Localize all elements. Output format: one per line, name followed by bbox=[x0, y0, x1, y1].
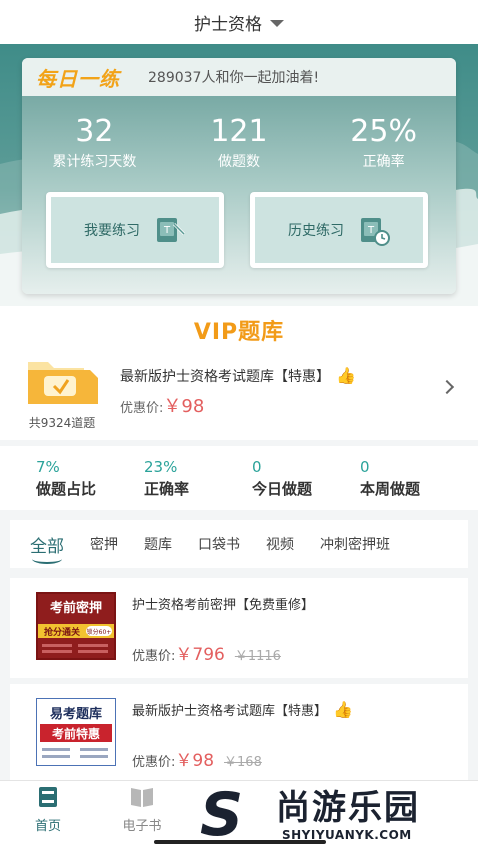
product-cover-image: 考前密押 抢分通关 锁分60+ bbox=[36, 592, 116, 660]
svg-text:T: T bbox=[367, 225, 375, 236]
stat-label: 累计练习天数 bbox=[52, 154, 137, 170]
product-item[interactable]: 易考题库 考前特惠 最新版护士资格考试题库【特惠】 👍 优惠价:￥98 ￥168 bbox=[10, 684, 468, 784]
vip-bank-item[interactable]: 共9324道题 最新版护士资格考试题库【特惠】 👍 优惠价:￥98 bbox=[0, 352, 478, 436]
stat-days: 32 累计练习天数 bbox=[29, 114, 159, 171]
progress-cell-today: 0 今日做题 bbox=[216, 446, 324, 510]
progress-value: 7% bbox=[36, 458, 60, 476]
stat-label: 正确率 bbox=[362, 154, 405, 170]
nav-ebook-label: 电子书 bbox=[122, 819, 162, 834]
chevron-right-icon[interactable] bbox=[439, 379, 455, 395]
vip-title: VIP题库 bbox=[193, 320, 285, 345]
history-button-inner: 历史练习 T bbox=[255, 197, 423, 263]
price-label: 优惠价: bbox=[120, 401, 164, 416]
cover-title: 易考题库 bbox=[50, 706, 102, 722]
product-name: 最新版护士资格考试题库【特惠】 👍 bbox=[132, 700, 353, 719]
product-item[interactable]: 考前密押 抢分通关 锁分60+ 护士资格考前密押【免费重修】 优惠价:￥796 ￥… bbox=[10, 578, 468, 678]
tab-question-bank[interactable]: 题库 bbox=[144, 534, 172, 554]
daily-practice-brand: 每日一练 bbox=[36, 66, 120, 91]
stat-accuracy: 25% 正确率 bbox=[319, 114, 449, 171]
tab-sprint-class[interactable]: 冲刺密押班 bbox=[320, 534, 390, 554]
progress-label: 本周做题 bbox=[360, 480, 421, 498]
cover-title: 考前密押 bbox=[50, 600, 102, 616]
practice-button-inner: 我要练习 T bbox=[51, 197, 219, 263]
progress-label: 做题占比 bbox=[36, 480, 97, 498]
vip-bank-name: 最新版护士资格考试题库【特惠】 👍 bbox=[120, 366, 356, 386]
original-price: ￥1116 bbox=[234, 649, 281, 664]
progress-cell-week: 0 本周做题 bbox=[324, 446, 432, 510]
card-header: 每日一练 289037人和你一起加油着! bbox=[22, 58, 456, 96]
exam-selector-label[interactable]: 护士资格 bbox=[194, 10, 262, 35]
stat-value: 121 bbox=[210, 114, 268, 149]
price-value: ￥796 bbox=[175, 645, 225, 665]
progress-cell-accuracy: 23% 正确率 bbox=[108, 446, 216, 510]
progress-cell-ratio: 7% 做题占比 bbox=[0, 446, 108, 510]
progress-value: 0 bbox=[252, 458, 262, 476]
daily-practice-card: 每日一练 289037人和你一起加油着! 32 累计练习天数 121 做题数 2… bbox=[22, 58, 456, 294]
category-tabs: 全部 密押 题库 口袋书 视频 冲刺密押班 bbox=[10, 520, 468, 568]
thumbs-up-icon: 👍 bbox=[333, 700, 353, 719]
watermark-text: 尚游乐园 bbox=[276, 788, 420, 828]
nav-home-label: 首页 bbox=[34, 819, 61, 834]
nav-ebook[interactable]: 电子书 bbox=[112, 785, 172, 834]
practice-button-label: 我要练习 bbox=[84, 223, 140, 239]
daily-practice-hero: 每日一练 289037人和你一起加油着! 32 累计练习天数 121 做题数 2… bbox=[0, 44, 478, 306]
open-book-icon bbox=[131, 788, 153, 807]
progress-value: 0 bbox=[360, 458, 370, 476]
vip-section: VIP题库 共9324道题 最新版护士资格考试题库【特惠】 👍 优惠价:￥98 bbox=[0, 306, 478, 440]
history-button[interactable]: 历史练习 T bbox=[250, 192, 428, 268]
practice-button[interactable]: 我要练习 T bbox=[46, 192, 224, 268]
practice-book-icon: T bbox=[157, 218, 186, 242]
home-indicator bbox=[154, 840, 326, 844]
history-button-label: 历史练习 bbox=[288, 223, 344, 239]
progress-label: 今日做题 bbox=[252, 480, 313, 498]
price-label: 优惠价: bbox=[132, 755, 176, 770]
progress-value: 23% bbox=[144, 458, 178, 476]
vip-bank-name-text: 最新版护士资格考试题库【特惠】 bbox=[120, 369, 330, 385]
price-value: ￥98 bbox=[175, 751, 215, 771]
home-book-icon bbox=[39, 787, 57, 807]
cover-subtitle: 抢分通关 bbox=[44, 626, 80, 638]
tab-secret[interactable]: 密押 bbox=[90, 534, 118, 554]
card-body: 32 累计练习天数 121 做题数 25% 正确率 我要练习 T 历史练习 T bbox=[22, 96, 456, 294]
product-cover-image: 易考题库 考前特惠 bbox=[36, 698, 116, 766]
progress-stats: 7% 做题占比 23% 正确率 0 今日做题 0 本周做题 bbox=[0, 446, 478, 510]
vip-question-count: 共9324道题 bbox=[28, 416, 96, 430]
stat-value: 25% bbox=[350, 114, 417, 149]
original-price: ￥168 bbox=[224, 755, 262, 770]
motto-text: 289037人和你一起加油着! bbox=[148, 70, 320, 86]
vip-price: 优惠价:￥98 bbox=[120, 392, 204, 418]
stat-questions: 121 做题数 bbox=[174, 114, 304, 171]
caret-down-icon[interactable] bbox=[270, 20, 284, 27]
product-name-text: 最新版护士资格考试题库【特惠】 bbox=[132, 704, 328, 719]
thumbs-up-icon: 👍 bbox=[336, 366, 356, 385]
stat-value: 32 bbox=[75, 114, 114, 149]
history-book-icon: T bbox=[361, 218, 390, 246]
cover-subtitle: 考前特惠 bbox=[52, 726, 100, 741]
price-value: ￥98 bbox=[163, 396, 205, 417]
stat-label: 做题数 bbox=[217, 154, 260, 170]
product-name: 护士资格考前密押【免费重修】 bbox=[132, 598, 315, 613]
tab-pocket-book[interactable]: 口袋书 bbox=[198, 534, 240, 554]
tab-video[interactable]: 视频 bbox=[266, 534, 294, 554]
progress-label: 正确率 bbox=[144, 480, 190, 498]
top-bar: 护士资格 bbox=[0, 0, 478, 44]
cover-badge: 锁分60+ bbox=[87, 628, 112, 636]
tab-all[interactable]: 全部 bbox=[30, 532, 64, 564]
product-price: 优惠价:￥796 ￥1116 bbox=[132, 640, 281, 665]
stats-row: 32 累计练习天数 121 做题数 25% 正确率 bbox=[22, 96, 456, 171]
svg-text:T: T bbox=[163, 225, 171, 236]
nav-home[interactable]: 首页 bbox=[18, 785, 78, 834]
vip-folder-icon bbox=[28, 362, 98, 404]
price-label: 优惠价: bbox=[132, 649, 176, 664]
product-price: 优惠价:￥98 ￥168 bbox=[132, 746, 262, 771]
